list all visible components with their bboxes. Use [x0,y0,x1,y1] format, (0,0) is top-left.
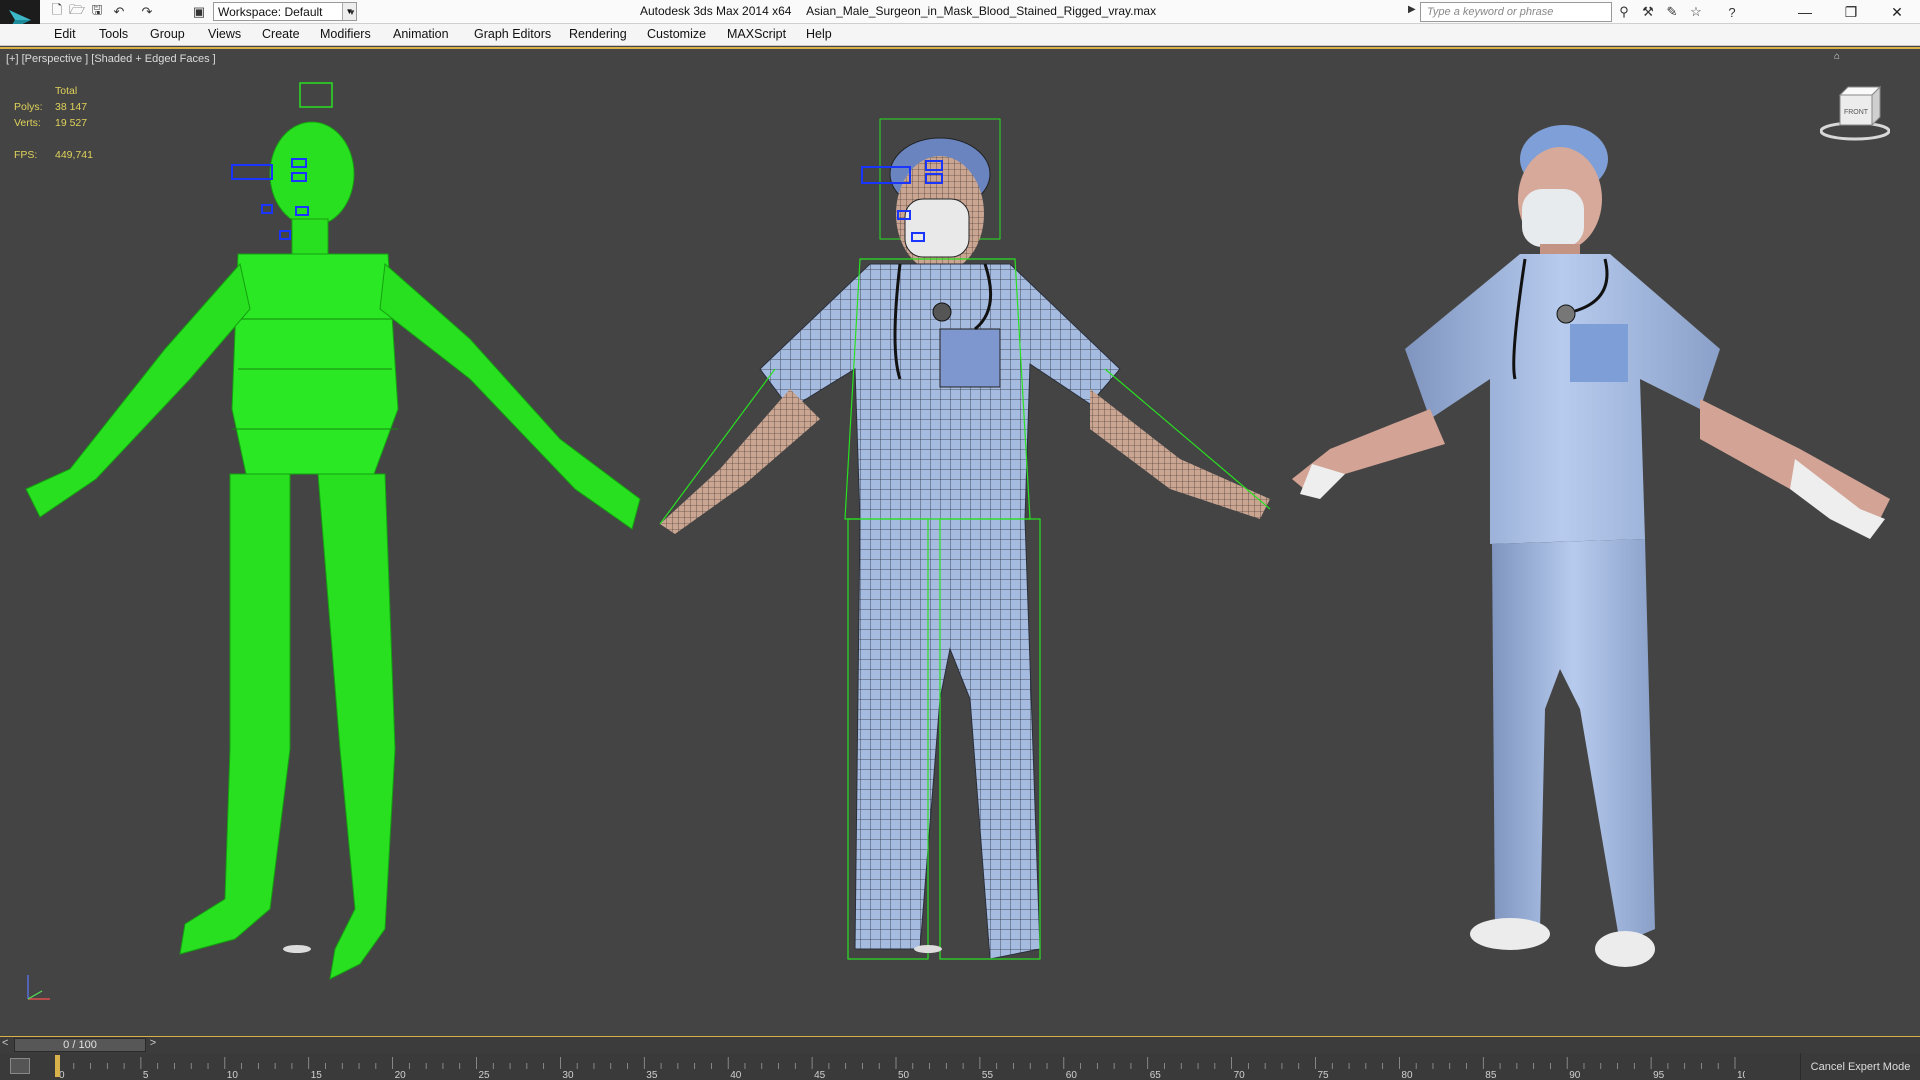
new-file-icon[interactable]: 🗋 [48,2,66,21]
ruler-tick-label: 30 [562,1070,574,1080]
bone-rig-figure[interactable] [25,82,641,980]
menu-views[interactable]: Views [208,27,241,41]
menu-tools[interactable]: Tools [99,27,128,41]
ruler-tick-label: 90 [1569,1070,1581,1080]
scene-canvas[interactable] [0,49,1920,1039]
search-input[interactable]: Type a keyword or phrase [1420,2,1612,22]
ruler-tick-label: 55 [982,1070,994,1080]
project-folder-icon[interactable]: ▣ [190,3,208,21]
communication-center-icon[interactable]: ✎ [1662,3,1682,21]
viewcube[interactable]: FRONT [1819,81,1891,141]
ruler-tick-label: 5 [143,1070,149,1080]
ruler-tick-label: 50 [898,1070,910,1080]
ruler-tick-label: 80 [1401,1070,1413,1080]
viewcube-front-label: FRONT [1844,109,1869,116]
ruler-tick-label: 95 [1653,1070,1665,1080]
time-slider[interactable]: 0 / 100 [14,1038,146,1052]
binoculars-icon[interactable]: ⚲ [1614,3,1634,21]
undo-icon[interactable]: ↶ [110,3,128,21]
file-name: Asian_Male_Surgeon_in_Mask_Blood_Stained… [806,4,1157,18]
ruler-tick-label: 20 [395,1070,407,1080]
favorites-star-icon[interactable]: ☆ [1686,3,1706,21]
menu-modifiers[interactable]: Modifiers [320,27,371,41]
subscription-icon[interactable]: ⚒ [1638,3,1658,21]
menu-rendering[interactable]: Rendering [569,27,627,41]
rendered-surgeon-figure[interactable] [1292,125,1890,967]
ruler-tick-label: 65 [1150,1070,1162,1080]
open-file-icon[interactable]: 🗁 [68,2,86,21]
ruler-tick-label: 10 [227,1070,239,1080]
redo-icon[interactable]: ↷ [138,3,156,21]
ruler-tick-label: 70 [1234,1070,1246,1080]
window-title: Autodesk 3ds Max 2014 x64 Asian_Male_Sur… [640,4,1168,18]
time-slider-bar: < 0 / 100 > [0,1037,1920,1053]
menu-animation[interactable]: Animation [393,27,449,41]
ruler-tick-label: 60 [1066,1070,1078,1080]
menu-help[interactable]: Help [806,27,832,41]
viewcube-icon: FRONT [1819,85,1891,141]
home-icon[interactable]: ⌂ [1834,51,1842,62]
customize-toolbar-icon[interactable]: ▼ [343,3,361,21]
menu-customize[interactable]: Customize [647,27,706,41]
menu-maxscript[interactable]: MAXScript [727,27,786,41]
mini-curve-editor-icon[interactable] [10,1058,30,1074]
cancel-expert-label: Cancel Expert Mode [1810,1060,1911,1073]
axis-tripod-icon [27,975,50,1000]
cancel-expert-mode-button[interactable]: Cancel Expert Mode [1800,1053,1920,1080]
menu-graph-editors[interactable]: Graph Editors [474,27,551,41]
ruler-tick-label: 25 [479,1070,491,1080]
app-title: Autodesk 3ds Max 2014 x64 [640,4,792,18]
workspace-label: Workspace: Default [218,4,323,19]
track-ruler[interactable]: 0510152025303540455055606570758085909510… [55,1053,1745,1080]
restore-button[interactable]: ❐ [1828,0,1874,24]
menu-bar: Edit Tools Group Views Create Modifiers … [0,24,1920,46]
ruler-tick-label: 15 [311,1070,323,1080]
ruler-tick-label: 75 [1318,1070,1330,1080]
ruler-tick-label: 85 [1485,1070,1497,1080]
search-placeholder: Type a keyword or phrase [1427,6,1554,18]
menu-group[interactable]: Group [150,27,185,41]
menu-edit[interactable]: Edit [54,27,76,41]
minimize-button[interactable]: — [1782,0,1828,24]
save-icon[interactable]: 🖫 [88,2,106,21]
search-expand-icon[interactable]: ▶ [1408,4,1416,15]
ruler-tick-label: 45 [814,1070,826,1080]
current-frame-marker[interactable] [55,1055,60,1077]
ruler-tick-label: 100 [1737,1070,1745,1080]
time-next-icon[interactable]: > [146,1037,160,1053]
time-slider-text: 0 / 100 [63,1039,97,1051]
perspective-viewport[interactable]: [+] [Perspective ] [Shaded + Edged Faces… [0,47,1920,1037]
ruler-tick-label: 35 [646,1070,658,1080]
track-bar: 0510152025303540455055606570758085909510… [0,1053,1920,1080]
workspace-dropdown[interactable]: Workspace: Default ▼ [213,2,357,21]
menu-create[interactable]: Create [262,27,300,41]
time-prev-icon[interactable]: < [2,1037,8,1049]
help-icon[interactable]: ? [1722,3,1742,21]
ruler-tick-label: 40 [730,1070,742,1080]
wireframe-figure[interactable] [659,118,1271,960]
close-button[interactable]: ✕ [1874,0,1920,24]
title-bar: 🗋 🗁 🖫 ↶ ↷ ▣ Workspace: Default ▼ ▼ Autod… [0,0,1920,40]
